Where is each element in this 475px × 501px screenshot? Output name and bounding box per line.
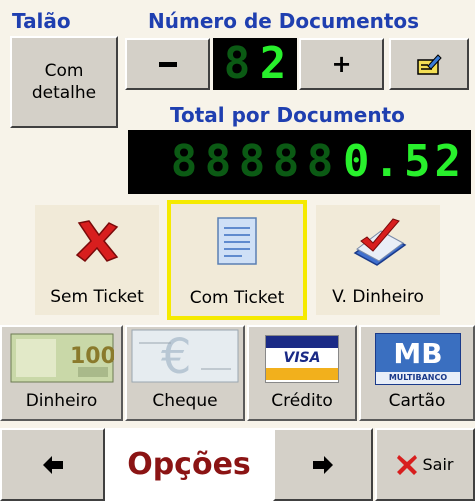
increment-button[interactable]: + <box>299 38 384 90</box>
lcd-digit-off: 8 <box>170 136 198 187</box>
ticket-option-sem[interactable]: Sem Ticket <box>35 205 159 315</box>
edit-pencil-icon <box>417 54 442 75</box>
checkmark-icon <box>353 218 407 266</box>
payment-credito-button[interactable]: VISA Crédito <box>247 325 357 421</box>
options-title-text: Opções <box>127 447 251 482</box>
visa-card-text: VISA <box>283 350 321 366</box>
lcd-digit-off: 8 <box>306 136 334 187</box>
ticket-option-com[interactable]: Com Ticket <box>167 200 307 320</box>
lcd-digit-off: 8 <box>238 136 266 187</box>
ticket-option-label: V. Dinheiro <box>332 287 424 307</box>
decrement-button[interactable] <box>125 38 210 90</box>
previous-button[interactable] <box>0 428 105 501</box>
ticket-option-dinheiro[interactable]: V. Dinheiro <box>316 205 440 315</box>
exit-button[interactable]: Sair <box>375 428 475 501</box>
close-icon <box>396 454 417 475</box>
banknote-icon: 100 <box>10 333 114 383</box>
next-button[interactable] <box>273 428 373 501</box>
arrow-right-icon <box>313 455 333 474</box>
payment-dinheiro-button[interactable]: 100 Dinheiro <box>0 325 123 421</box>
arrow-left-icon <box>42 455 63 474</box>
payment-label: Cheque <box>152 391 218 411</box>
lcd-digit-off: 8 <box>223 38 251 89</box>
document-icon <box>217 217 257 265</box>
edit-button[interactable] <box>389 38 469 90</box>
total-display: 8 8 8 8 8 0.52 <box>128 130 471 194</box>
total-header: Total por Documento <box>170 103 405 127</box>
cheque-icon: € <box>131 329 239 383</box>
payment-cartao-button[interactable]: MB MULTIBANCO Cartão <box>359 325 475 421</box>
ticket-option-label: Sem Ticket <box>50 287 144 307</box>
visa-card-icon: VISA <box>265 335 339 383</box>
document-count-value: 2 <box>259 38 287 89</box>
svg-text:€: € <box>161 329 192 383</box>
options-title: Opções <box>105 428 273 501</box>
lcd-digit-off: 8 <box>272 136 300 187</box>
talao-header: Talão <box>12 9 71 33</box>
payment-cheque-button[interactable]: € Cheque <box>125 325 245 421</box>
document-count-display: 8 2 <box>213 38 297 90</box>
payment-label: Dinheiro <box>25 391 98 411</box>
svg-text:100: 100 <box>70 344 114 369</box>
multibanco-sub-text: MULTIBANCO <box>376 372 460 384</box>
lcd-digit-off: 8 <box>204 136 232 187</box>
multibanco-logo-text: MB <box>393 336 443 370</box>
plus-icon: + <box>331 50 352 78</box>
minus-icon <box>158 61 177 67</box>
payment-label: Cartão <box>388 391 446 411</box>
total-value: 0.52 <box>343 136 465 187</box>
com-detalhe-line2: detalhe <box>31 83 97 103</box>
documents-header: Número de Documentos <box>148 9 420 33</box>
multibanco-icon: MB MULTIBANCO <box>375 333 461 385</box>
exit-label: Sair <box>422 455 454 474</box>
ticket-option-label: Com Ticket <box>189 288 285 308</box>
com-detalhe-line1: Com <box>44 61 84 81</box>
com-detalhe-button[interactable]: Com detalhe <box>10 36 118 128</box>
payment-label: Crédito <box>271 391 333 411</box>
red-x-icon <box>75 220 119 263</box>
